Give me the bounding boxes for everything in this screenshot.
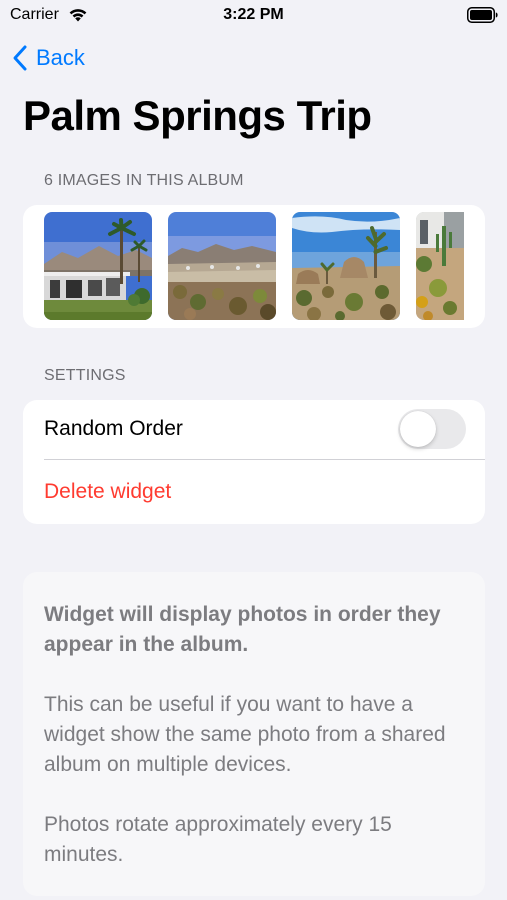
status-time: 3:22 PM: [223, 6, 284, 23]
settings-section-header: SETTINGS: [44, 367, 126, 384]
photo-thumbnail-4[interactable]: [416, 212, 464, 320]
info-order-description: Widget will display photos in order they…: [44, 603, 441, 656]
page-title: Palm Springs Trip: [23, 92, 372, 139]
album-section-header: 6 IMAGES IN THIS ALBUM: [44, 172, 244, 189]
random-order-row: Random Order: [23, 400, 485, 460]
info-paragraph-1: This can be useful if you want to have a…: [44, 693, 446, 776]
album-images-card: [23, 205, 485, 328]
photo-thumbnail-1[interactable]: [44, 212, 152, 320]
status-bar: Carrier 3:22 PM: [0, 0, 507, 32]
battery-full-icon: [467, 7, 498, 23]
back-label: Back: [36, 45, 85, 70]
delete-widget-button[interactable]: Delete widget: [44, 480, 171, 504]
info-card: Widget will display photos in order they…: [23, 572, 485, 896]
toggle-knob: [400, 411, 436, 447]
random-order-label: Random Order: [44, 417, 183, 440]
info-paragraph-2: Photos rotate approximately every 15 min…: [44, 813, 392, 866]
settings-card: Random Order Delete widget: [23, 400, 485, 524]
photo-thumbnail-2[interactable]: [168, 212, 276, 320]
random-order-toggle[interactable]: [398, 409, 466, 449]
back-button[interactable]: Back: [12, 42, 85, 74]
chevron-left-icon: [13, 45, 27, 71]
photo-thumbnail-3[interactable]: [292, 212, 400, 320]
delete-widget-row[interactable]: Delete widget: [23, 460, 485, 520]
thumbnail-strip[interactable]: [44, 212, 464, 320]
